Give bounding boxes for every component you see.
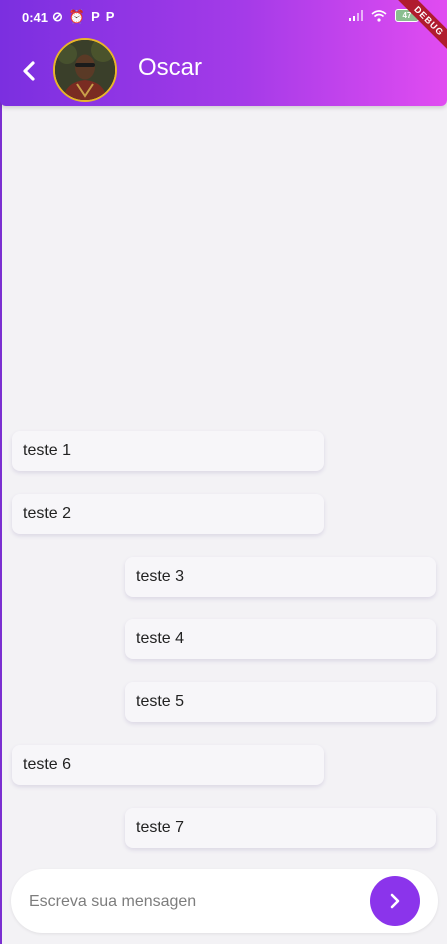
- message-bubble[interactable]: teste 5: [125, 682, 436, 722]
- message-bubble[interactable]: teste 7: [125, 808, 436, 848]
- signal-icon: [349, 10, 363, 21]
- avatar[interactable]: [53, 38, 117, 102]
- message-bubble[interactable]: teste 4: [125, 619, 436, 659]
- no-alarm-icon: ⊘: [52, 9, 63, 24]
- message-input[interactable]: [27, 887, 361, 917]
- message-bubble[interactable]: teste 6: [12, 745, 324, 785]
- message-bubble[interactable]: teste 2: [12, 494, 324, 534]
- message-composer: [11, 869, 438, 933]
- message-bubble[interactable]: teste 3: [125, 557, 436, 597]
- contact-name: Oscar: [138, 54, 203, 81]
- p-app-icon: P: [91, 9, 100, 24]
- alarm-icon: ⏰: [68, 9, 86, 24]
- window-edge: [0, 0, 2, 944]
- status-bar: 0:41 ⊘ ⏰ P P 47 DEBUG: [0, 0, 447, 55]
- chevron-right-icon: [390, 893, 400, 909]
- notification-icons: ⊘ ⏰ P P: [52, 9, 114, 25]
- send-button[interactable]: [370, 876, 420, 926]
- back-button[interactable]: [16, 58, 42, 84]
- profile-photo: [55, 40, 115, 100]
- p-app-icon-2: P: [105, 9, 115, 24]
- wifi-icon: [371, 9, 387, 22]
- app-bar: 0:41 ⊘ ⏰ P P 47 DEBUG Oscar: [0, 0, 447, 106]
- chevron-left-icon: [23, 61, 35, 81]
- message-bubble[interactable]: teste 1: [12, 431, 324, 471]
- status-time: 0:41: [22, 10, 49, 25]
